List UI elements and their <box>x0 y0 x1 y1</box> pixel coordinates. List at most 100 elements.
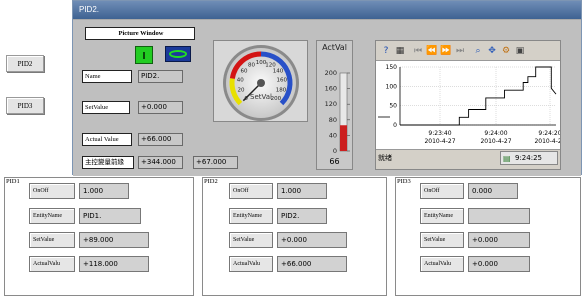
forward-icon[interactable]: ⏩ <box>440 45 452 57</box>
gauge-tick-label: 200 <box>271 96 282 102</box>
gauge-tick-label: 60 <box>241 69 248 75</box>
pan-icon[interactable]: ✥ <box>486 45 498 57</box>
pid3-nav-label: PID3 <box>17 101 33 110</box>
trend-x-date: 2010-4-27 <box>480 138 511 145</box>
gauge-tick-label: 180 <box>276 87 287 93</box>
actval-readout: 66 <box>329 157 340 166</box>
trend-x-date: 2010-4-27 <box>534 138 560 145</box>
actval-tick-label: 80 <box>329 116 337 124</box>
pid3-actual-value: +0.000 <box>468 256 530 272</box>
pid1-entity-label: EntityName <box>29 208 75 224</box>
pid2-actual-label: ActualValu <box>229 256 273 272</box>
window-title-bar[interactable]: PID2. <box>73 1 581 19</box>
trend-chart: 1501005009:23:402010-4-279:24:002010-4-2… <box>378 64 566 145</box>
pid3-panel-title: PID3 <box>397 178 411 185</box>
gauge-tick-label: 160 <box>276 78 287 84</box>
pid1-setvalue-value: +89.000 <box>79 232 149 248</box>
pid3-onoff-value: 0.000 <box>468 183 518 199</box>
actval-tick-label: 200 <box>325 69 337 77</box>
trend-y-label: 0 <box>393 122 397 129</box>
trend-x-time: 9:24:00 <box>484 130 507 137</box>
setvalue-label: SetValue <box>82 101 130 114</box>
pid1-entity-value: PID1. <box>79 208 141 224</box>
pid2-nav-button[interactable]: PID2 <box>6 55 44 72</box>
pid1-actual-value: +118.000 <box>79 256 149 272</box>
trend-series-line <box>400 66 557 126</box>
pid3-actual-label: ActualValu <box>420 256 464 272</box>
trend-x-date: 2010-4-27 <box>424 138 455 145</box>
trend-y-label: 100 <box>386 83 398 90</box>
pid2-entity-value: PID2. <box>277 208 327 224</box>
setval-gauge: 020406080100120140160180200 SetVal <box>223 45 299 121</box>
help-icon[interactable]: ? <box>380 45 392 57</box>
pid1-panel: PID1 OnOff 1.000 EntityName PID1. SetVal… <box>4 177 194 296</box>
pid3-entity-value <box>468 208 530 224</box>
toggle-switch-icon <box>169 50 187 58</box>
pid2-onoff-value: 1.000 <box>277 183 327 199</box>
gauge-tick-label: 80 <box>248 62 255 68</box>
actval-bar-fill <box>340 125 347 151</box>
actval-tick-label: 120 <box>325 100 337 108</box>
trend-status-time-box: ▤ 9:24:25 <box>500 151 558 165</box>
pid3-panel: PID3 OnOff 0.000 EntityName SetValue +0.… <box>395 177 581 296</box>
zoom-icon[interactable]: ⌕ <box>472 45 484 57</box>
pid3-setvalue-value: +0.000 <box>468 232 530 248</box>
pid2-onoff-label: OnOff <box>229 183 273 199</box>
pid2-entity-label: EntityName <box>229 208 273 224</box>
pid1-onoff-value: 1.000 <box>79 183 129 199</box>
actual-value-label: Actual Value <box>82 133 132 146</box>
gauge-hub <box>257 79 265 87</box>
trend-x-time: 9:24:20 <box>538 130 560 137</box>
gauge-tick-label: 120 <box>265 62 276 68</box>
pid3-setvalue-label: SetValue <box>420 232 464 248</box>
switch-toggle-button[interactable] <box>165 46 191 62</box>
rewind-icon[interactable]: ⏪ <box>426 45 438 57</box>
trend-x-time: 9:23:40 <box>428 130 451 137</box>
picture-window-label: Picture Window <box>85 27 195 40</box>
trend-y-label: 150 <box>386 64 398 71</box>
export-icon[interactable]: ▣ <box>514 45 526 57</box>
pid1-panel-title: PID1 <box>6 178 20 185</box>
last-icon[interactable]: ⏭ <box>454 45 466 57</box>
gauge-tick-label: 40 <box>237 78 244 84</box>
calendar-icon[interactable]: ▦ <box>394 45 406 57</box>
master-variable-label: 主控變量前緣 <box>82 156 134 169</box>
pid2-panel: PID2 OnOff 1.000 EntityName PID2. SetVal… <box>202 177 387 296</box>
pid1-onoff-label: OnOff <box>29 183 75 199</box>
gauge-label: SetVal <box>250 93 272 101</box>
window-title: PID2. <box>79 5 100 14</box>
actval-tick-label: 160 <box>325 85 337 93</box>
pid2-panel-title: PID2 <box>204 178 218 185</box>
trend-status: 就绪 <box>378 154 392 162</box>
actval-tick-label: 40 <box>329 131 337 139</box>
window-body: Picture Window Name PID2. SetValue +0.00… <box>73 19 581 176</box>
first-icon[interactable]: ⏮ <box>412 45 424 57</box>
pid1-actual-label: ActualValu <box>29 256 75 272</box>
setval-gauge-frame: 020406080100120140160180200 SetVal <box>213 40 308 122</box>
master-variable-value-1: +344.000 <box>138 156 183 169</box>
pid3-entity-label: EntityName <box>420 208 464 224</box>
actual-value: +66.000 <box>138 133 183 146</box>
setvalue-value: +0.000 <box>138 101 183 114</box>
gauge-tick-label: 20 <box>238 87 245 93</box>
pid1-setvalue-label: SetValue <box>29 232 75 248</box>
actval-bar-svg: 200 160 120 80 40 0 <box>325 69 350 155</box>
name-value: PID2. <box>138 70 183 83</box>
pid2-nav-label: PID2 <box>17 59 33 68</box>
clock-icon: ▤ <box>503 154 511 163</box>
trend-status-time: 9:24:25 <box>515 154 542 162</box>
name-label: Name <box>82 70 132 83</box>
pid2-setvalue-label: SetValue <box>229 232 273 248</box>
gauge-tick-label: 140 <box>273 69 284 75</box>
pid3-nav-button[interactable]: PID3 <box>6 97 44 114</box>
trend-plot-area: 150 100 50 0 9:23:40 2010-4-27 9:24:00 2010-4-2… <box>376 60 566 150</box>
power-icon <box>143 51 145 59</box>
trend-panel: ? ▦ ⏮ ⏪ ⏩ ⏭ ⌕ ✥ ⚙ ▣ 150 100 50 0 9:23:40 2010… <box>375 40 566 170</box>
power-toggle-button[interactable] <box>135 46 153 64</box>
pid2-setvalue-value: +0.000 <box>277 232 347 248</box>
settings-icon[interactable]: ⚙ <box>500 45 512 57</box>
actval-panel: ActVal 200 160 120 80 40 0 66 <box>316 40 353 170</box>
pid2-actual-value: +66.000 <box>277 256 347 272</box>
master-variable-value-2: +67.000 <box>193 156 238 169</box>
pid3-onoff-label: OnOff <box>420 183 464 199</box>
